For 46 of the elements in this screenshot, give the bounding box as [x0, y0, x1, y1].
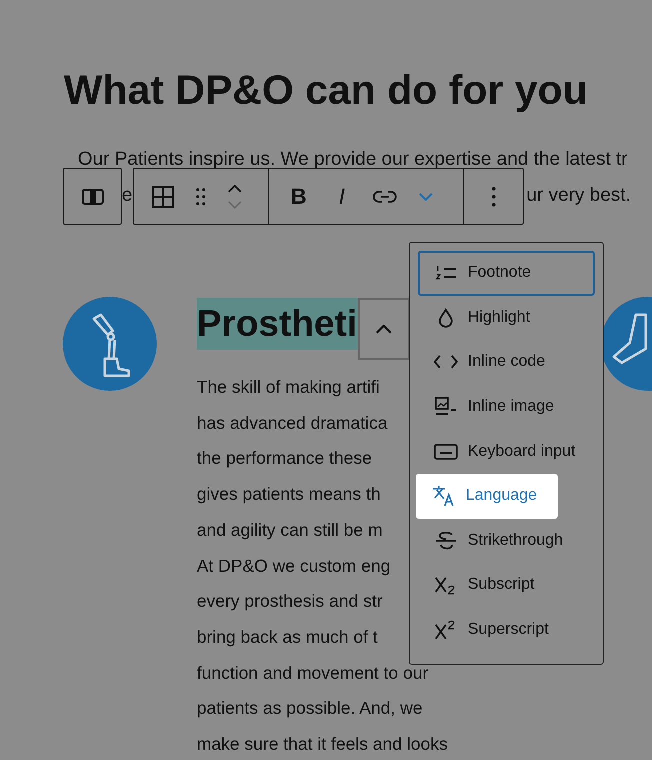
- body-text-line: function and movement to our: [197, 662, 429, 685]
- menu-item[interactable]: Subscript: [418, 563, 595, 608]
- menu-item[interactable]: Strikethrough: [418, 518, 595, 564]
- collapse-button[interactable]: [358, 298, 410, 360]
- strikethrough-icon: [435, 530, 457, 551]
- code-icon: [434, 355, 458, 370]
- menu-item[interactable]: Superscript: [418, 608, 595, 652]
- image-icon: [435, 397, 457, 418]
- body-text-line: The skill of making artifi: [197, 376, 380, 399]
- link-icon[interactable]: [373, 190, 397, 204]
- italic-button[interactable]: I: [335, 180, 349, 213]
- menu-item[interactable]: Keyboard input: [418, 429, 595, 474]
- body-text-line: bring back as much of t: [197, 626, 378, 649]
- body-text-line: make sure that it feels and looks: [197, 733, 448, 756]
- body-text-line: every prosthesis and str: [197, 590, 383, 614]
- page-heading: What DP&O can do for you: [64, 66, 588, 115]
- drag-handle-icon[interactable]: [196, 188, 206, 206]
- body-text-line: patients as possible. And, we: [197, 697, 423, 720]
- menu-item[interactable]: Highlight: [418, 296, 595, 340]
- body-text-line: gives patients means th: [197, 483, 381, 506]
- more-options-icon[interactable]: [492, 186, 496, 206]
- body-text-line: At DP&O we custom eng: [197, 554, 391, 578]
- footnote-icon: [435, 265, 457, 282]
- body-text-line: has advanced dramatica: [197, 412, 388, 435]
- block-type-button[interactable]: [63, 168, 122, 225]
- droplet-icon: [438, 308, 454, 328]
- menu-item[interactable]: Inline image: [418, 384, 595, 430]
- body-text-line: and agility can still be m: [197, 518, 383, 542]
- chevron-up-icon: [376, 324, 392, 334]
- subscript-icon: [435, 575, 457, 596]
- menu-item[interactable]: Footnote: [418, 251, 595, 296]
- section-heading: Prostheti: [197, 298, 360, 350]
- keyboard-icon: [434, 444, 458, 460]
- superscript-icon: [435, 620, 457, 640]
- intro-text: ur very best.: [526, 184, 632, 208]
- intro-text: e: [122, 184, 133, 208]
- prosthetic-leg-icon: [63, 297, 157, 391]
- move-up-icon[interactable]: [228, 184, 242, 192]
- translate-icon: [432, 485, 456, 508]
- menu-item[interactable]: Language: [416, 474, 558, 519]
- body-text-line: the performance these: [197, 447, 372, 470]
- intro-text: Our Patients inspire us. We provide our expertise and the latest tr: [78, 148, 628, 172]
- bold-button[interactable]: B: [289, 180, 309, 213]
- menu-item[interactable]: Inline code: [418, 340, 595, 385]
- columns-icon: [82, 188, 104, 204]
- grid-icon[interactable]: [152, 186, 174, 208]
